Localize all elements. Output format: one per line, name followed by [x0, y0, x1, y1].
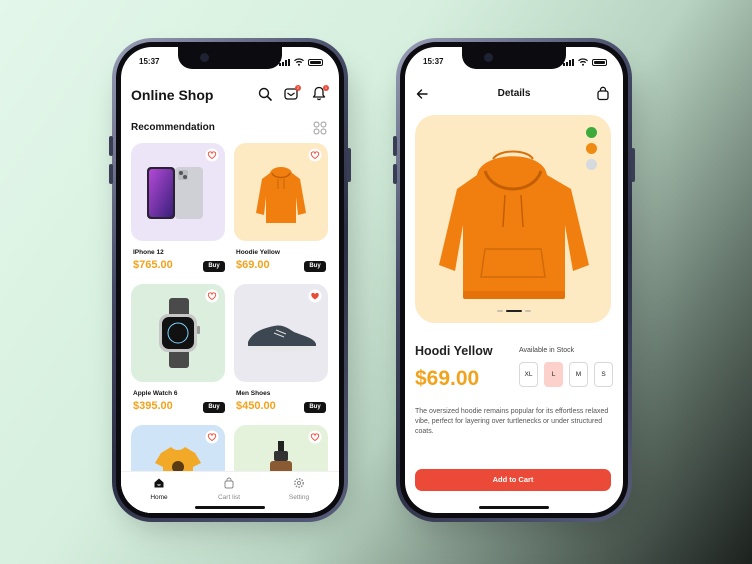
tab-label: Setting [288, 494, 310, 501]
product-name: Apple Watch 6 [133, 390, 178, 397]
size-selector: XL L M S [519, 362, 619, 388]
phone-bezel: 15:37 Online Shop 2 1 Recommendation IPh… [116, 42, 344, 518]
color-swatch-gray[interactable] [586, 159, 597, 170]
phone-side-button [393, 136, 397, 156]
phone-side-button [109, 164, 113, 184]
status-bar: 15:37 [423, 57, 607, 69]
home-icon [154, 478, 164, 488]
size-option-xl[interactable]: XL [519, 362, 538, 387]
favorite-heart-icon[interactable] [308, 148, 322, 162]
messages-button[interactable]: 2 [284, 85, 301, 101]
phone-side-button [347, 148, 351, 182]
size-option-l-selected[interactable]: L [544, 362, 563, 387]
product-description: The oversized hoodie remains popular for… [415, 408, 609, 435]
product-name: IPhone 12 [133, 249, 164, 256]
tab-label: Home [150, 494, 168, 501]
battery-icon [308, 58, 323, 66]
status-time: 15:37 [139, 57, 160, 66]
pagination-dot[interactable] [525, 310, 531, 312]
phone-side-button [393, 164, 397, 184]
product-price: $765.00 [133, 259, 173, 271]
product-price: $395.00 [133, 400, 173, 412]
gear-icon [294, 478, 304, 488]
hoodie-large-image [439, 150, 589, 299]
color-swatch-orange[interactable] [586, 143, 597, 154]
grid-view-icon[interactable] [313, 121, 327, 135]
bag-icon [224, 477, 234, 489]
phone-bezel: 15:37 Details Hoodi Yellow $69.00 Availa… [400, 42, 628, 518]
notifications-button[interactable]: 1 [312, 85, 329, 101]
notification-badge: 1 [323, 85, 329, 91]
tab-setting[interactable]: Setting [269, 477, 329, 501]
bottom-tab-bar: Home Cart list Setting [121, 471, 339, 513]
buy-button[interactable]: Buy [203, 402, 225, 413]
bag-icon[interactable] [596, 86, 610, 101]
wifi-icon [578, 58, 588, 66]
home-indicator [195, 506, 265, 509]
wifi-icon [294, 58, 304, 66]
battery-icon [592, 58, 607, 66]
page-title: Online Shop [131, 87, 214, 103]
product-card-shoes[interactable] [234, 284, 328, 382]
details-screen: 15:37 Details Hoodi Yellow $69.00 Availa… [405, 47, 623, 513]
product-hero-image[interactable] [415, 115, 611, 323]
product-name: Hoodie Yellow [236, 249, 280, 256]
favorite-heart-icon[interactable] [205, 289, 219, 303]
image-pagination [497, 310, 531, 312]
product-price: $450.00 [236, 400, 276, 412]
favorite-heart-icon[interactable] [205, 430, 219, 444]
color-swatch-green[interactable] [586, 127, 597, 138]
phone-side-button [631, 148, 635, 182]
stock-label: Available in Stock [519, 347, 575, 354]
pagination-dot-active[interactable] [506, 310, 522, 312]
product-name: Hoodi Yellow [415, 344, 493, 358]
product-name: Men Shoes [236, 390, 271, 397]
phone-side-button [109, 136, 113, 156]
shop-screen: 15:37 Online Shop 2 1 Recommendation IPh… [121, 47, 339, 513]
home-indicator [479, 506, 549, 509]
page-title: Details [497, 88, 531, 99]
tab-cart-list[interactable]: Cart list [199, 477, 259, 501]
buy-button[interactable]: Buy [203, 261, 225, 272]
favorite-heart-icon[interactable] [308, 430, 322, 444]
search-icon[interactable] [258, 87, 272, 101]
tab-label: Cart list [217, 494, 241, 501]
product-card-hoodie[interactable] [234, 143, 328, 241]
product-card-iphone[interactable] [131, 143, 225, 241]
tab-home[interactable]: Home [129, 477, 189, 501]
status-bar: 15:37 [139, 57, 323, 69]
phone-shop: 15:37 Online Shop 2 1 Recommendation IPh… [112, 38, 348, 522]
status-time: 15:37 [423, 57, 444, 66]
product-card-watch[interactable] [131, 284, 225, 382]
product-price: $69.00 [415, 367, 480, 390]
cart-badge: 2 [295, 85, 301, 91]
add-to-cart-button[interactable]: Add to Cart [415, 469, 611, 491]
buy-button[interactable]: Buy [304, 261, 326, 272]
signal-icon [563, 58, 574, 66]
product-price: $69.00 [236, 259, 270, 271]
pagination-dot[interactable] [497, 310, 503, 312]
size-option-s[interactable]: S [594, 362, 613, 387]
section-title: Recommendation [131, 122, 215, 133]
size-option-m[interactable]: M [569, 362, 588, 387]
favorite-heart-icon[interactable] [205, 148, 219, 162]
favorite-heart-filled-icon[interactable] [308, 289, 322, 303]
signal-icon [279, 58, 290, 66]
buy-button[interactable]: Buy [304, 402, 326, 413]
phone-details: 15:37 Details Hoodi Yellow $69.00 Availa… [396, 38, 632, 522]
